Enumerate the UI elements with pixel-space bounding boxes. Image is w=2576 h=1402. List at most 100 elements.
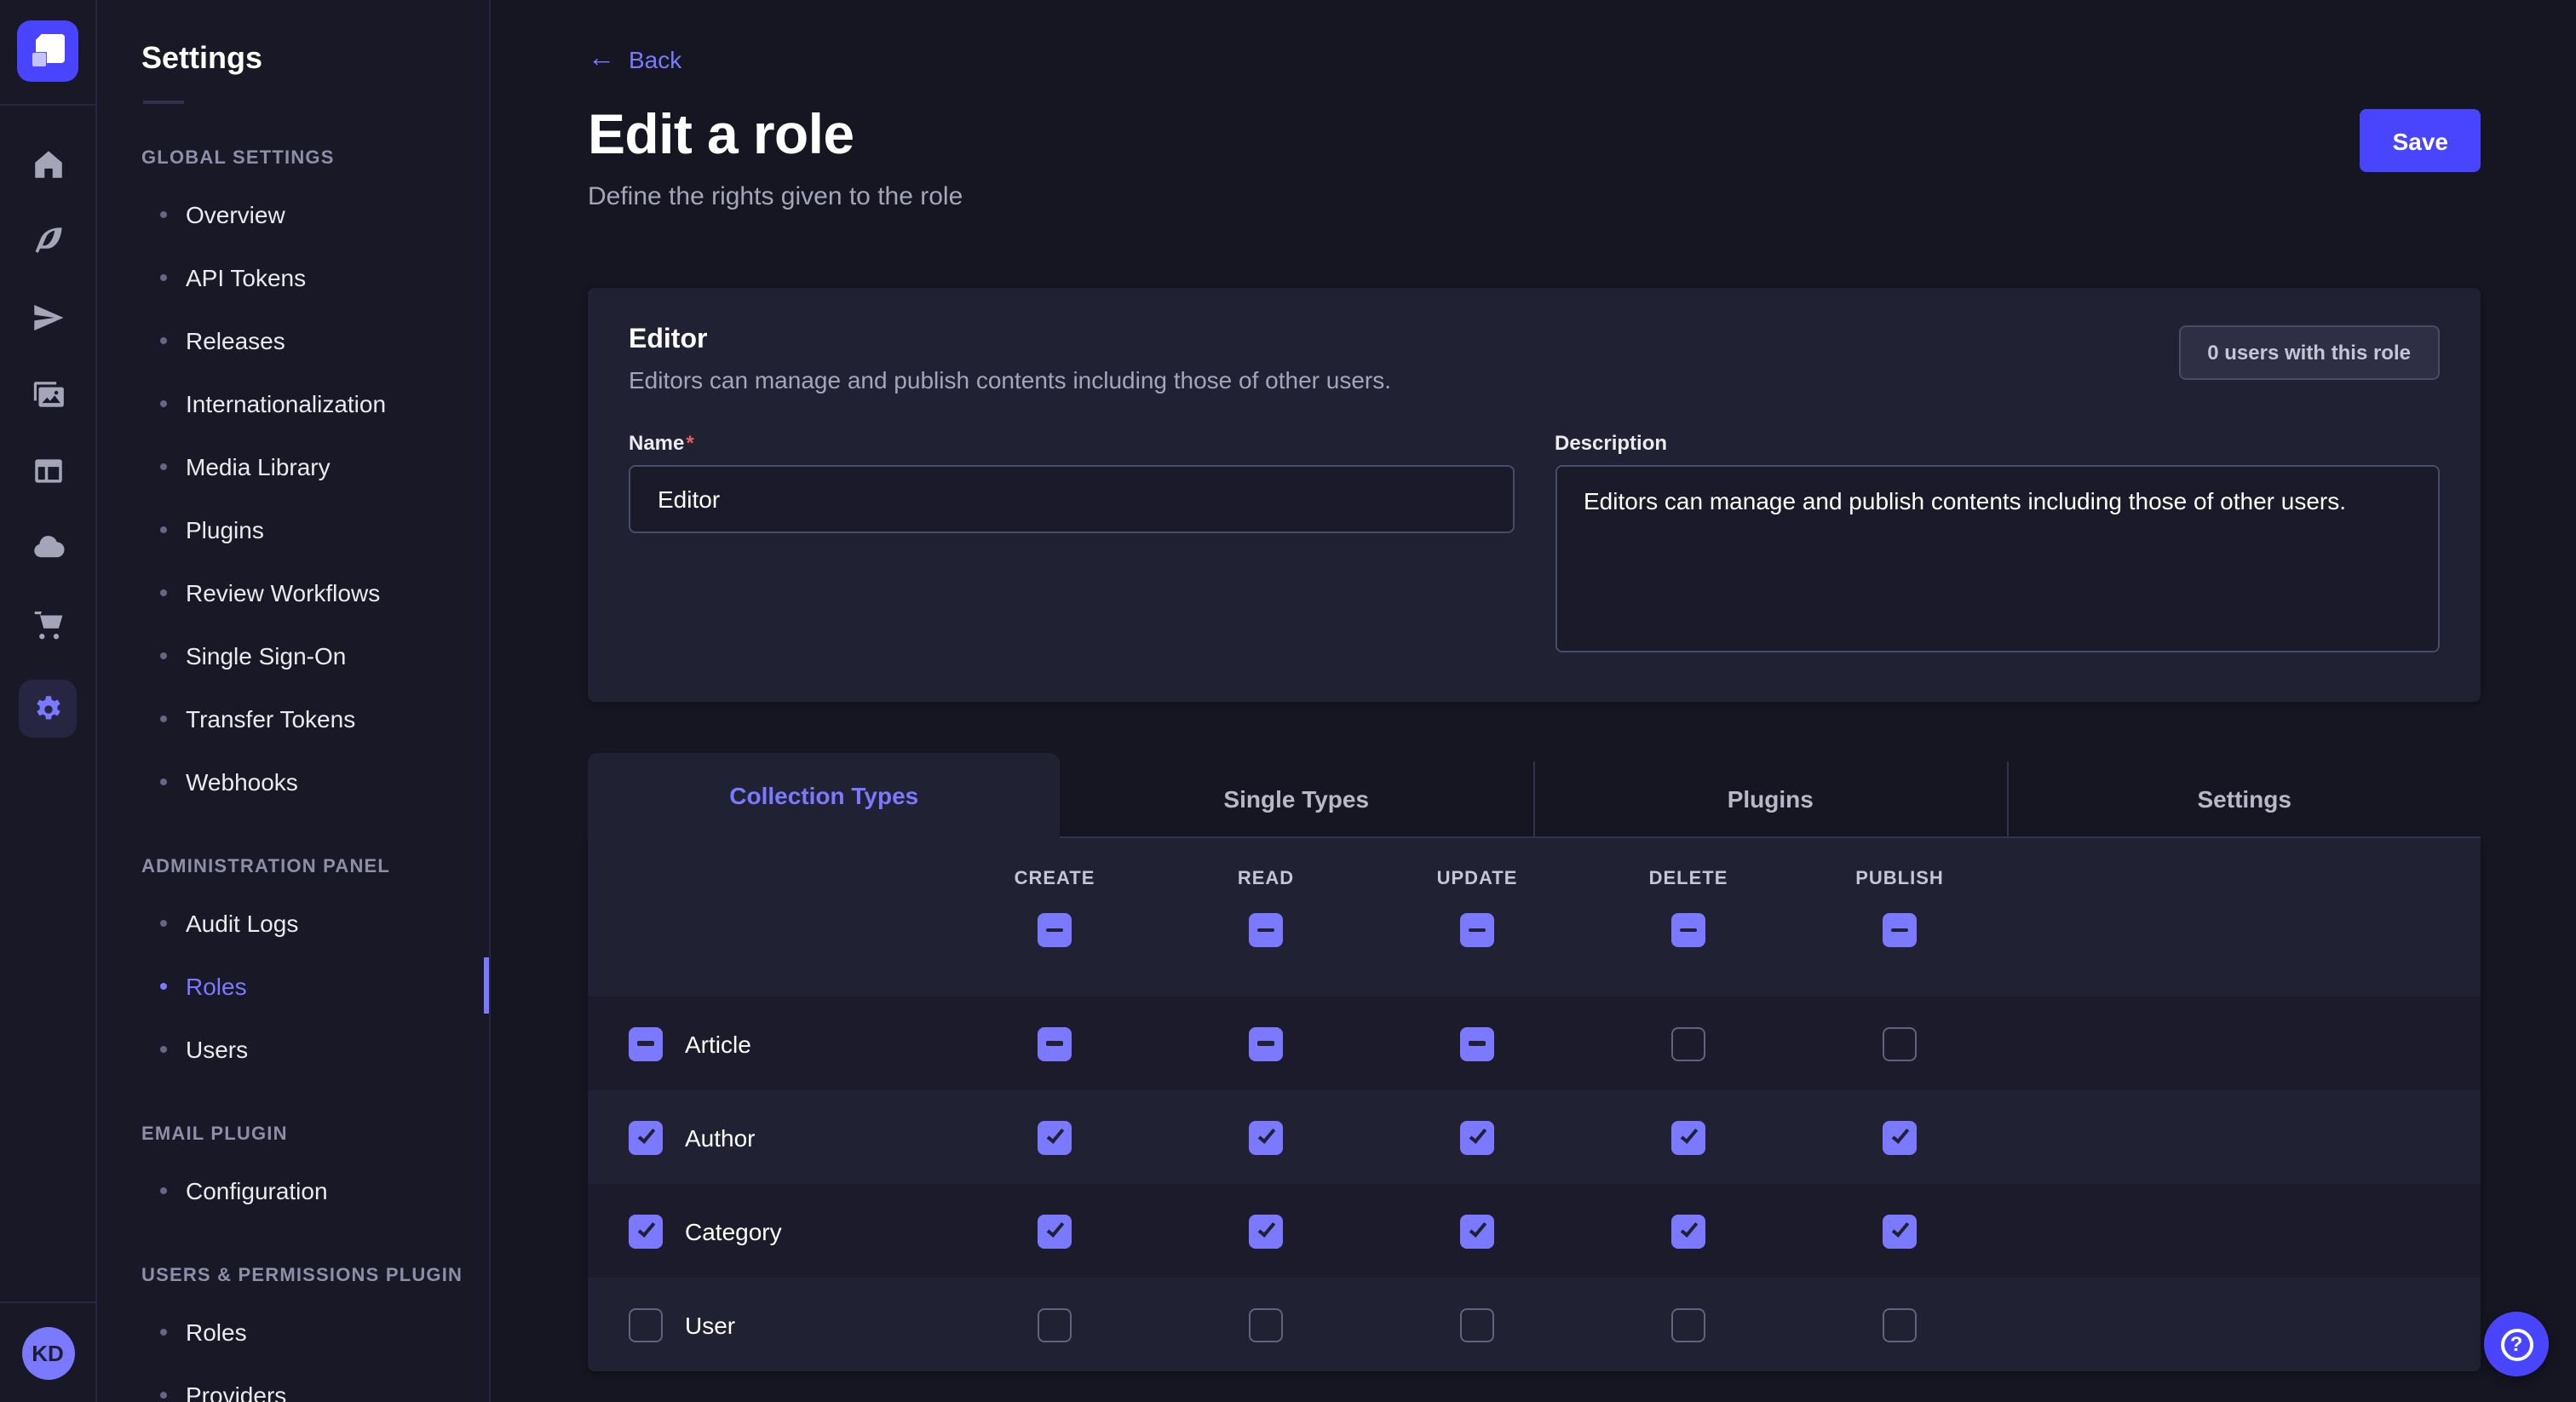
- category-read-checkbox-checked[interactable]: [1249, 1214, 1283, 1248]
- row-label-cell: Category: [588, 1214, 949, 1248]
- tab-collection-types[interactable]: Collection Types: [588, 753, 1061, 838]
- article-publish-checkbox-unchecked[interactable]: [1883, 1026, 1917, 1060]
- name-input[interactable]: [629, 465, 1514, 533]
- category-update-checkbox-checked[interactable]: [1460, 1214, 1494, 1248]
- user-publish-checkbox-unchecked[interactable]: [1883, 1307, 1917, 1342]
- rail-divider: [0, 104, 95, 106]
- row-category-checkbox-checked[interactable]: [629, 1214, 663, 1248]
- category-create-checkbox-checked[interactable]: [1038, 1214, 1072, 1248]
- row-article-checkbox-indeterminate[interactable]: [629, 1026, 663, 1060]
- permissions-section: Collection TypesSingle TypesPluginsSetti…: [588, 753, 2481, 1371]
- save-button[interactable]: Save: [2360, 109, 2481, 172]
- bullet-icon: [160, 1187, 167, 1193]
- role-description-text: Editors can manage and publish contents …: [629, 366, 1391, 394]
- check-icon: [637, 1219, 655, 1238]
- home-icon[interactable]: [27, 143, 68, 184]
- cloud-icon[interactable]: [27, 526, 68, 567]
- back-link[interactable]: ← Back: [588, 46, 681, 73]
- cell-article-create: [949, 1026, 1160, 1060]
- required-asterisk: *: [686, 431, 693, 455]
- row-author-checkbox-checked[interactable]: [629, 1120, 663, 1154]
- sidebar-item-releases[interactable]: Releases: [97, 308, 489, 371]
- column-create: CREATE: [949, 838, 1160, 997]
- tab-plugins[interactable]: Plugins: [1532, 761, 2007, 838]
- users-with-role-badge[interactable]: 0 users with this role: [2178, 325, 2440, 380]
- check-icon: [1891, 1219, 1909, 1238]
- sidebar-item-roles[interactable]: Roles: [97, 1300, 489, 1363]
- sidebar-item-audit-logs[interactable]: Audit Logs: [97, 891, 489, 954]
- sidebar-item-plugins[interactable]: Plugins: [97, 497, 489, 560]
- user-create-checkbox-unchecked[interactable]: [1038, 1307, 1072, 1342]
- author-create-checkbox-checked[interactable]: [1038, 1120, 1072, 1154]
- indeterminate-dash-icon: [1257, 1042, 1274, 1046]
- row-user-checkbox-unchecked[interactable]: [629, 1307, 663, 1342]
- bullet-icon: [160, 399, 167, 406]
- user-update-checkbox-unchecked[interactable]: [1460, 1307, 1494, 1342]
- page-title: Edit a role: [588, 102, 963, 167]
- cell-category-delete: [1583, 1214, 1794, 1248]
- author-update-checkbox-checked[interactable]: [1460, 1120, 1494, 1154]
- send-icon[interactable]: [27, 296, 68, 337]
- master-read-checkbox-indeterminate[interactable]: [1249, 913, 1283, 947]
- article-update-checkbox-indeterminate[interactable]: [1460, 1026, 1494, 1060]
- cell-author-publish: [1794, 1120, 2005, 1154]
- tab-settings[interactable]: Settings: [2007, 761, 2481, 838]
- sidebar-item-webhooks[interactable]: Webhooks: [97, 750, 489, 813]
- cart-icon[interactable]: [27, 603, 68, 644]
- category-delete-checkbox-checked[interactable]: [1671, 1214, 1705, 1248]
- bullet-icon: [160, 778, 167, 784]
- bullet-icon: [160, 526, 167, 532]
- article-delete-checkbox-unchecked[interactable]: [1671, 1026, 1705, 1060]
- permissions-table: CREATEREADUPDATEDELETEPUBLISH ArticleAut…: [588, 838, 2481, 1371]
- article-read-checkbox-indeterminate[interactable]: [1249, 1026, 1283, 1060]
- author-read-checkbox-checked[interactable]: [1249, 1120, 1283, 1154]
- bullet-icon: [160, 919, 167, 926]
- author-publish-checkbox-checked[interactable]: [1883, 1120, 1917, 1154]
- layout-icon[interactable]: [27, 450, 68, 491]
- master-update-checkbox-indeterminate[interactable]: [1460, 913, 1494, 947]
- media-library-icon[interactable]: [27, 373, 68, 414]
- category-publish-checkbox-checked[interactable]: [1883, 1214, 1917, 1248]
- tab-single-types[interactable]: Single Types: [1061, 761, 1533, 838]
- cell-author-delete: [1583, 1120, 1794, 1154]
- sidebar-item-roles[interactable]: Roles: [97, 954, 489, 1017]
- user-read-checkbox-unchecked[interactable]: [1249, 1307, 1283, 1342]
- description-textarea[interactable]: Editors can manage and publish contents …: [1555, 465, 2440, 652]
- strapi-logo[interactable]: [17, 20, 78, 82]
- article-create-checkbox-indeterminate[interactable]: [1038, 1026, 1072, 1060]
- settings-gear-icon[interactable]: [19, 680, 77, 738]
- master-create-checkbox-indeterminate[interactable]: [1038, 913, 1072, 947]
- header-spacer: [588, 838, 949, 997]
- feather-icon[interactable]: [27, 220, 68, 261]
- user-delete-checkbox-unchecked[interactable]: [1671, 1307, 1705, 1342]
- cell-article-publish: [1794, 1026, 2005, 1060]
- sidebar-item-configuration[interactable]: Configuration: [97, 1158, 489, 1221]
- nav-item-label: Media Library: [186, 452, 331, 480]
- user-avatar[interactable]: KD: [21, 1326, 74, 1379]
- sidebar-item-overview[interactable]: Overview: [97, 182, 489, 245]
- sidebar-item-transfer-tokens[interactable]: Transfer Tokens: [97, 687, 489, 750]
- sidebar-item-single-sign-on[interactable]: Single Sign-On: [97, 623, 489, 687]
- name-field-group: Name*: [629, 431, 1514, 661]
- role-details-card: Editor Editors can manage and publish co…: [588, 288, 2481, 702]
- sidebar-item-review-workflows[interactable]: Review Workflows: [97, 560, 489, 623]
- master-publish-checkbox-indeterminate[interactable]: [1883, 913, 1917, 947]
- permissions-table-body: ArticleAuthorCategoryUser: [588, 997, 2481, 1371]
- icon-rail: KD: [0, 0, 97, 1402]
- sidebar-item-providers[interactable]: Providers: [97, 1363, 489, 1402]
- sidebar-item-internationalization[interactable]: Internationalization: [97, 371, 489, 434]
- help-button[interactable]: ?: [2484, 1312, 2549, 1376]
- bullet-icon: [160, 715, 167, 721]
- sidebar-item-users[interactable]: Users: [97, 1017, 489, 1080]
- sidebar-item-api-tokens[interactable]: API Tokens: [97, 245, 489, 308]
- author-delete-checkbox-checked[interactable]: [1671, 1120, 1705, 1154]
- bullet-icon: [160, 273, 167, 280]
- bullet-icon: [160, 336, 167, 343]
- master-delete-checkbox-indeterminate[interactable]: [1671, 913, 1705, 947]
- sidebar-item-media-library[interactable]: Media Library: [97, 434, 489, 497]
- cell-user-publish: [1794, 1307, 2005, 1342]
- check-icon: [1046, 1219, 1064, 1238]
- row-label-cell: Author: [588, 1120, 949, 1154]
- table-row-author: Author: [588, 1090, 2481, 1184]
- cell-user-update: [1371, 1307, 1583, 1342]
